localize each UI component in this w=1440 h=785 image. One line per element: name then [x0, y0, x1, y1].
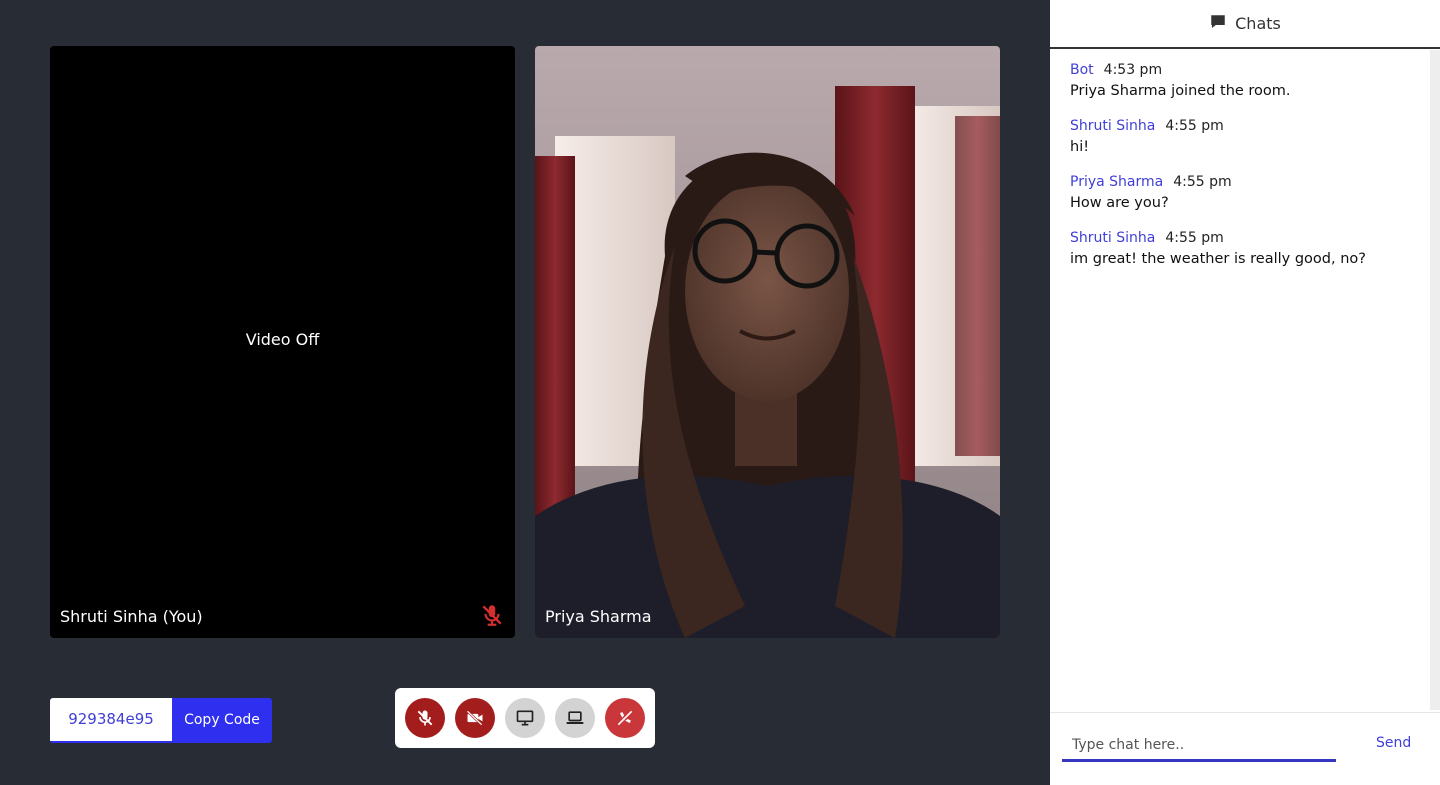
monitor-icon: [516, 710, 534, 726]
message-author: Bot: [1070, 62, 1094, 78]
chat-input[interactable]: [1062, 730, 1336, 762]
send-button[interactable]: Send: [1376, 735, 1411, 751]
share-screen-button[interactable]: [505, 698, 545, 738]
self-video-tile: Video Off Shruti Sinha (You): [50, 46, 515, 638]
video-off-icon: [466, 710, 483, 726]
share-window-button[interactable]: [555, 698, 595, 738]
chat-message: Shruti Sinha 4:55 pm hi!: [1070, 116, 1410, 158]
message-author: Shruti Sinha: [1070, 230, 1156, 246]
message-author: Priya Sharma: [1070, 174, 1164, 190]
chat-panel: Chats Bot 4:53 pm Priya Sharma joined the…: [1050, 0, 1440, 785]
chat-message: Priya Sharma 4:55 pm How are you?: [1070, 172, 1410, 214]
message-text: How are you?: [1070, 195, 1169, 211]
message-text: hi!: [1070, 139, 1090, 155]
video-off-label: Video Off: [245, 330, 320, 349]
message-author: Shruti Sinha: [1070, 118, 1156, 134]
remote-video-tile: Priya Sharma: [535, 46, 1000, 638]
chat-footer: Send: [1050, 712, 1440, 785]
remote-participant-name: Priya Sharma: [545, 607, 652, 626]
chat-message: Shruti Sinha 4:55 pm im great! the weathe…: [1070, 228, 1410, 270]
message-time: 4:55 pm: [1165, 118, 1224, 134]
message-time: 4:55 pm: [1173, 174, 1232, 190]
mic-off-icon: [417, 710, 433, 726]
toggle-mic-button[interactable]: [405, 698, 445, 738]
end-call-button[interactable]: [605, 698, 645, 738]
chat-title: Chats: [1235, 14, 1281, 33]
chat-message: Bot 4:53 pm Priya Sharma joined the room.: [1070, 60, 1410, 102]
remote-video-feed: [535, 46, 1000, 638]
self-participant-name: Shruti Sinha (You): [60, 607, 203, 626]
muted-mic-icon: [479, 602, 505, 628]
chat-message-list: Bot 4:53 pm Priya Sharma joined the room.…: [1050, 50, 1430, 710]
laptop-icon: [566, 711, 584, 725]
video-area: Video Off Shruti Sinha (You) Priya Sharm…: [0, 0, 1050, 785]
chat-header: Chats: [1050, 0, 1440, 49]
copy-code-button[interactable]: Copy Code: [172, 698, 272, 743]
chat-bubble-icon: [1209, 13, 1227, 35]
message-time: 4:53 pm: [1103, 62, 1163, 78]
message-time: 4:55 pm: [1165, 230, 1224, 246]
room-code: 929384e95: [50, 698, 172, 741]
room-code-box: 929384e95 Copy Code: [50, 698, 272, 743]
chat-scrollbar[interactable]: [1430, 50, 1440, 710]
message-text: im great! the weather is really good, no…: [1070, 251, 1366, 267]
toggle-video-button[interactable]: [455, 698, 495, 738]
call-controls: [395, 688, 655, 748]
message-text: Priya Sharma joined the room.: [1070, 83, 1291, 99]
end-call-icon: [617, 710, 633, 726]
